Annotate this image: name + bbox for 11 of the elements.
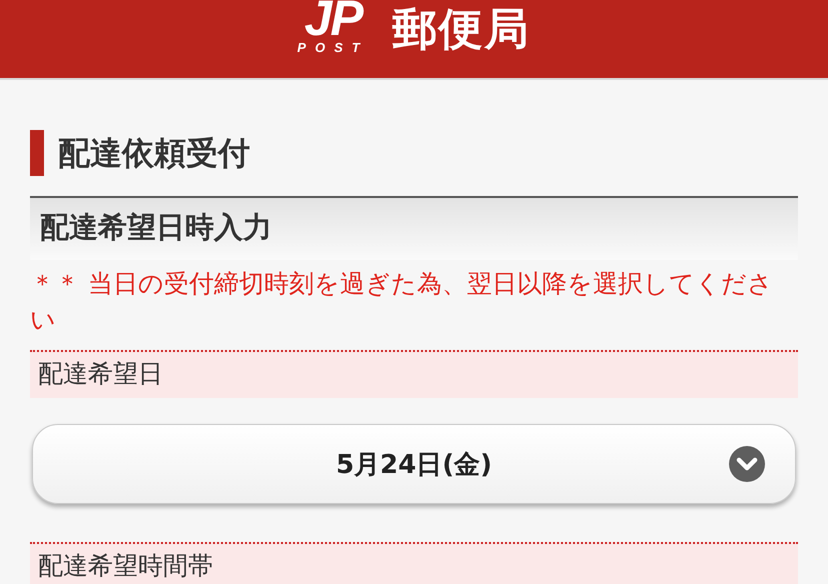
page-title: 配達依頼受付 (58, 133, 250, 174)
notice-text: ＊＊ 当日の受付締切時刻を過ぎた為、翌日以降を選択してください (30, 268, 774, 336)
logo-mark: JP (304, 0, 362, 38)
field-label: 配達希望時間帯 (30, 542, 798, 584)
section-title: 配達希望日時入力 (30, 196, 798, 260)
date-select[interactable]: 5月24日(金) (32, 424, 796, 504)
site-title: 郵便局 (392, 4, 531, 56)
logo-subtext: POST (297, 40, 369, 56)
chevron-down-icon (729, 446, 765, 482)
title-accent-bar (30, 130, 44, 176)
field-label: 配達希望日 (30, 350, 798, 398)
